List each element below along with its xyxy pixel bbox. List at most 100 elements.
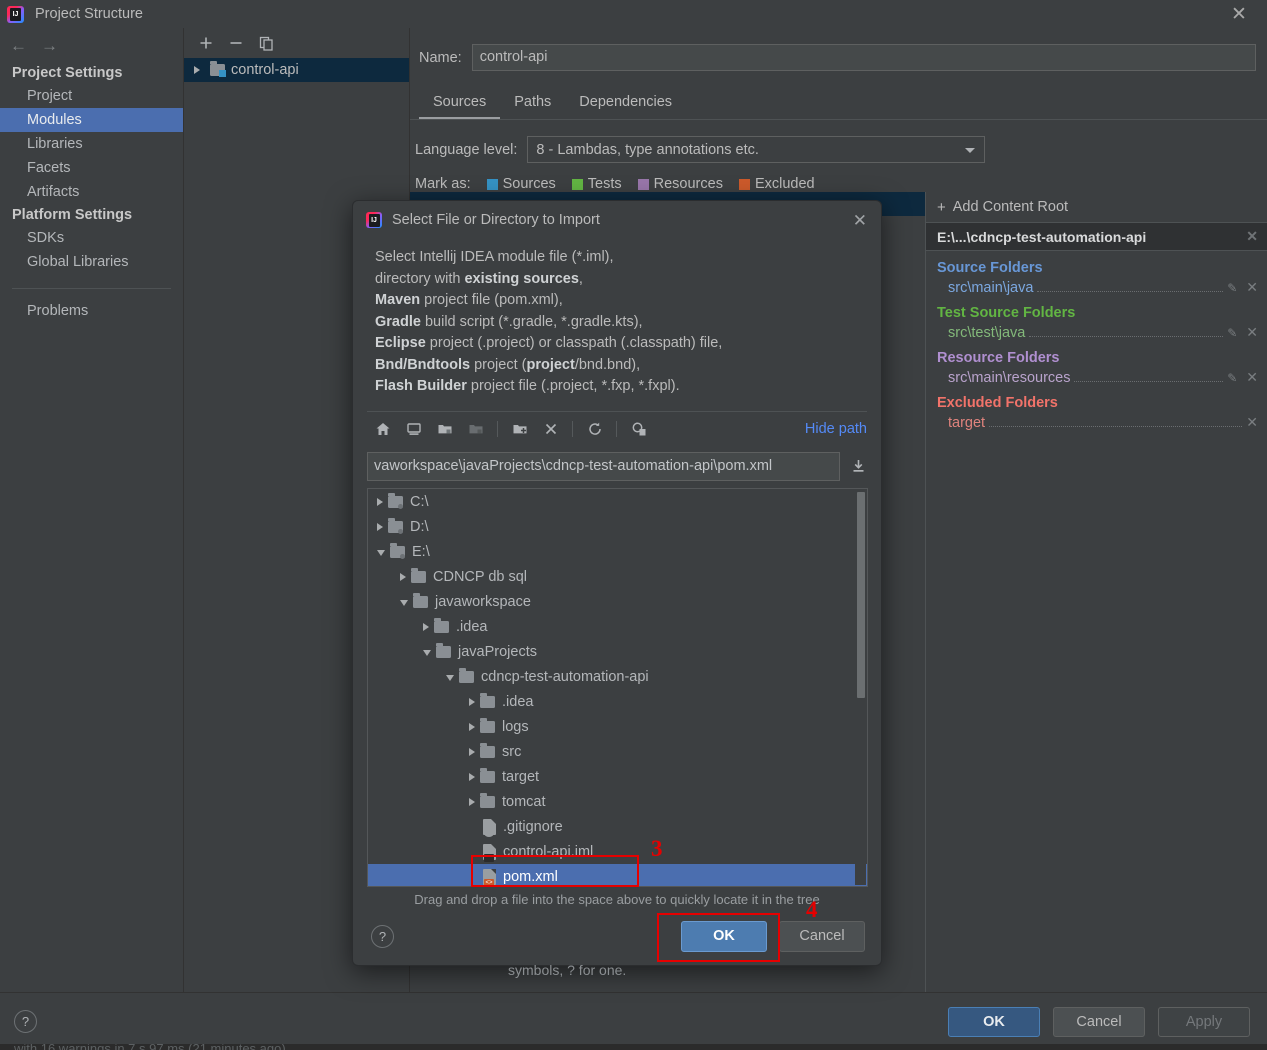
chevron-right-icon[interactable] [469,722,475,731]
tab-paths[interactable]: Paths [500,90,565,119]
close-icon[interactable]: ✕ [1246,228,1258,245]
module-list-item-control-api[interactable]: control-api [184,58,409,82]
mark-as-excluded[interactable]: Excluded [738,176,815,192]
chevron-down-icon[interactable] [423,649,431,656]
chevron-right-icon[interactable] [469,772,475,781]
tree-row[interactable]: .idea [368,614,867,639]
desktop-icon[interactable] [398,416,429,442]
question-mark-icon[interactable]: ? [371,924,394,948]
sidebar-item-project[interactable]: Project [0,84,183,108]
close-icon[interactable]: ✕ [1246,324,1258,341]
tree-row[interactable]: src [368,739,867,764]
language-level-select[interactable]: 8 - Lambdas, type annotations etc. [527,136,986,163]
tree-row[interactable]: CDNCP db sql [368,564,867,589]
footer-buttons: OK Cancel Apply [948,1006,1250,1037]
sidebar-item-libraries[interactable]: Libraries [0,132,183,156]
tree-row-label: target [502,768,540,785]
chevron-right-icon[interactable] [377,497,383,506]
tree-row[interactable]: target [368,764,867,789]
mark-as-resources[interactable]: Resources [637,176,723,192]
chevron-down-icon[interactable] [400,599,408,606]
tree-row-pom-xml[interactable]: <> pom.xml [368,864,867,887]
chevron-right-icon[interactable] [469,797,475,806]
plus-icon[interactable] [199,36,213,50]
hide-path-link[interactable]: Hide path [805,421,867,437]
arrow-left-icon[interactable]: ← [10,37,27,54]
tree-row-label: pom.xml [503,868,558,885]
home-icon[interactable] [367,416,398,442]
close-icon[interactable]: ✕ [1246,279,1258,296]
file-tree[interactable]: C:\ D:\ E:\ CDNCP db sql javaworkspace .… [367,488,868,887]
close-icon[interactable]: ✕ [1246,414,1258,431]
path-input[interactable]: vaworkspace\javaProjects\cdncp-test-auto… [367,452,840,482]
tab-sources[interactable]: Sources [419,90,501,119]
sidebar-item-facets[interactable]: Facets [0,156,183,180]
add-content-root-button[interactable]: + Add Content Root [926,192,1267,223]
test-source-folders-group: Test Source Folders src\test\java ✎ ✕ [926,296,1267,341]
tree-scrollbar[interactable] [855,490,866,885]
tree-row[interactable]: .gitignore [368,814,867,839]
mark-as-tests[interactable]: Tests [571,176,622,192]
dotted-leader [1074,381,1224,382]
tree-row[interactable]: javaworkspace [368,589,867,614]
content-root-header: E:\...\cdncp-test-automation-api ✕ [926,223,1267,251]
module-tabs: Sources Paths Dependencies [410,71,1267,120]
pencil-icon[interactable]: ✎ [1227,326,1237,340]
refresh-icon[interactable] [579,416,610,442]
tree-row[interactable]: logs [368,714,867,739]
desc-line-2: directory with existing sources, [375,270,583,287]
tree-row[interactable]: C:\ [368,489,867,514]
tree-row[interactable]: tomcat [368,789,867,814]
chevron-right-icon[interactable] [469,747,475,756]
sidebar-item-global-libraries[interactable]: Global Libraries [0,250,183,274]
tab-dependencies[interactable]: Dependencies [565,90,686,119]
tree-row[interactable]: D:\ [368,514,867,539]
module-name-input[interactable]: control-api [471,44,1256,71]
tree-row[interactable]: .idea [368,689,867,714]
resource-folder-row[interactable]: src\main\resources ✎ ✕ [937,366,1267,386]
path-row: vaworkspace\javaProjects\cdncp-test-auto… [367,452,868,482]
pencil-icon[interactable]: ✎ [1227,371,1237,385]
chevron-down-icon[interactable] [446,674,454,681]
close-icon[interactable]: ✕ [1225,0,1253,28]
arrow-right-icon[interactable]: → [41,37,58,54]
question-mark-icon[interactable]: ? [14,1010,37,1033]
tree-row[interactable]: E:\ [368,539,867,564]
show-hidden-icon[interactable] [623,416,654,442]
tree-row[interactable]: control-api.iml [368,839,867,864]
sidebar-item-sdks[interactable]: SDKs [0,226,183,250]
modal-cancel-button[interactable]: Cancel [779,920,865,952]
excluded-folder-row[interactable]: target ✕ [937,411,1267,431]
mark-as-sources[interactable]: Sources [486,176,556,192]
delete-icon[interactable] [535,416,566,442]
close-icon[interactable]: ✕ [853,212,867,229]
chevron-down-icon[interactable] [377,549,385,556]
sidebar-item-modules[interactable]: Modules [0,108,183,132]
new-folder-icon[interactable] [504,416,535,442]
test-source-folders-title: Test Source Folders [937,305,1076,321]
pencil-icon[interactable]: ✎ [1227,281,1237,295]
source-folder-row[interactable]: src\main\java ✎ ✕ [937,276,1267,296]
tree-row[interactable]: cdncp-test-automation-api [368,664,867,689]
test-source-folder-row[interactable]: src\test\java ✎ ✕ [937,321,1267,341]
download-icon[interactable] [848,458,868,475]
background-symbols-hint: symbols, ? for one. [508,962,627,978]
chevron-right-icon[interactable] [377,522,383,531]
sidebar-item-problems[interactable]: Problems [0,299,183,323]
chevron-right-icon[interactable] [194,66,200,74]
close-icon[interactable]: ✕ [1246,369,1258,386]
chevron-right-icon[interactable] [400,572,406,581]
copy-icon[interactable] [259,36,274,51]
minus-icon[interactable] [229,36,243,50]
tree-row-label: src [502,743,522,760]
cancel-button[interactable]: Cancel [1053,1006,1145,1037]
chevron-right-icon[interactable] [423,622,429,631]
project-folder-icon[interactable] [429,416,460,442]
modal-ok-button[interactable]: OK [681,920,767,952]
chevron-right-icon[interactable] [469,697,475,706]
ok-button[interactable]: OK [948,1006,1040,1037]
tree-row[interactable]: javaProjects [368,639,867,664]
mark-as-bar: Mark as: Sources Tests Resources Exclude… [410,163,1267,192]
sidebar-item-artifacts[interactable]: Artifacts [0,180,183,204]
scrollbar-thumb[interactable] [857,492,865,698]
